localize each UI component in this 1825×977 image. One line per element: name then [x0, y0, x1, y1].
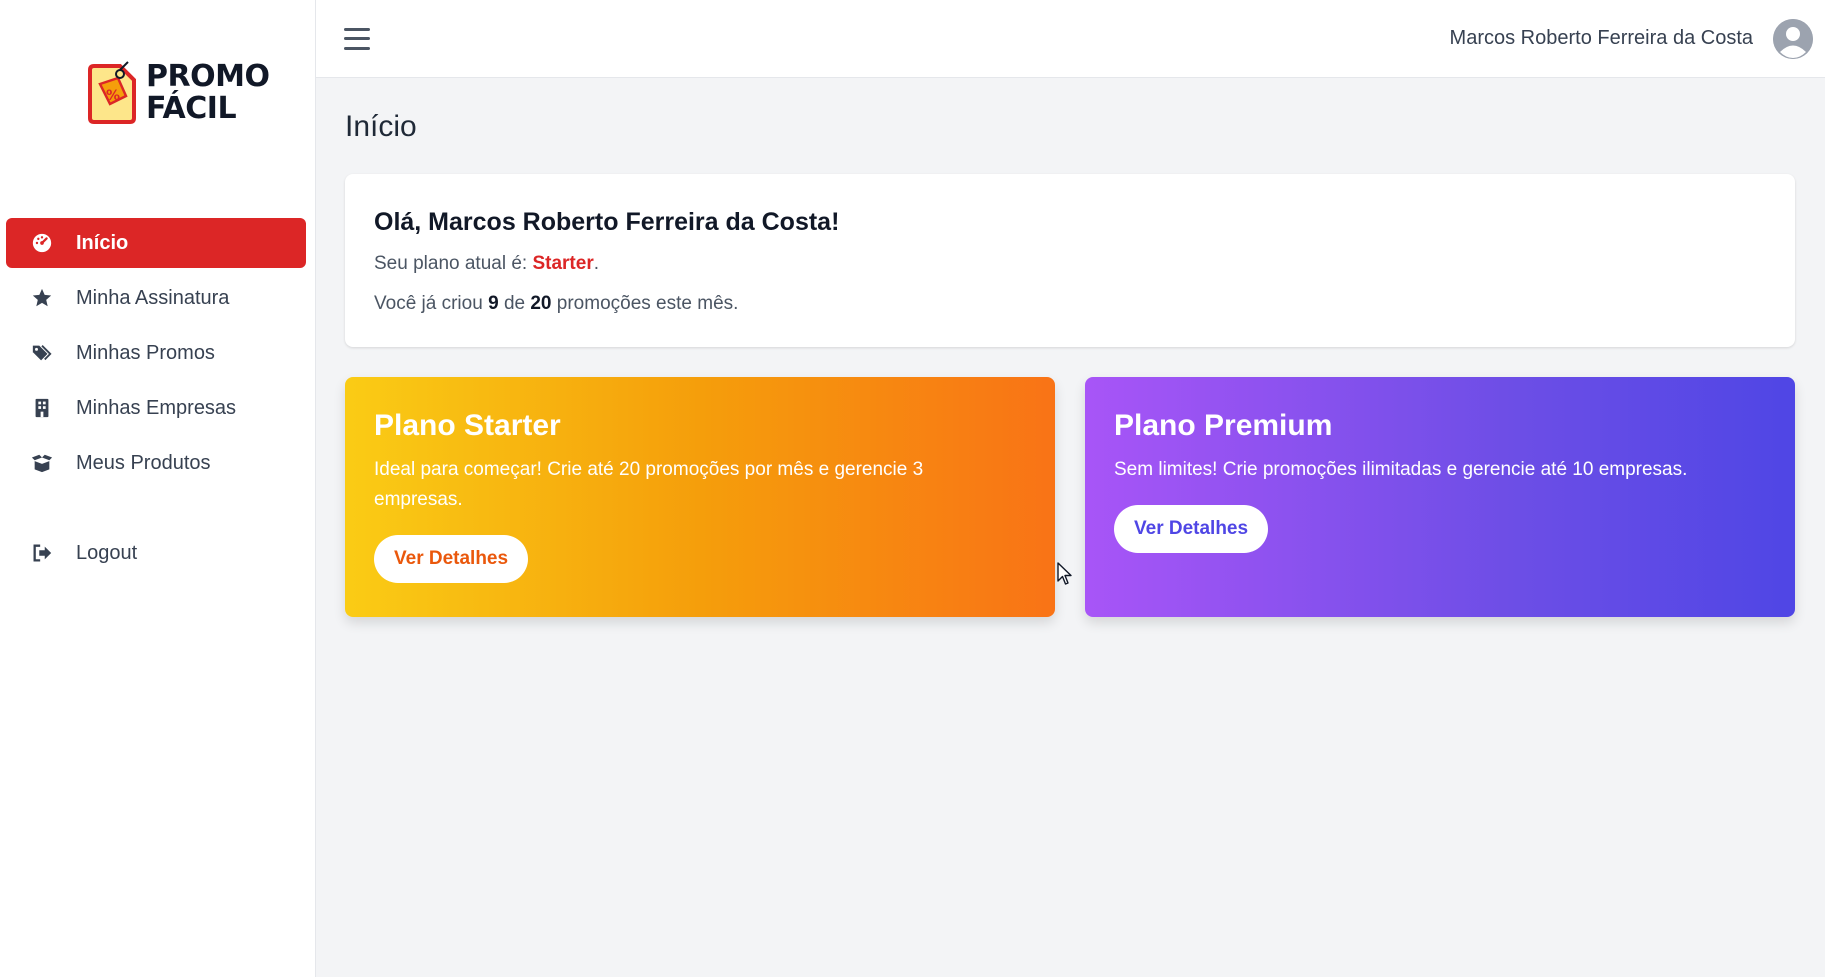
app-shell: % PROMO FÁCIL Início Minha Assinatura Mi…	[0, 0, 1825, 977]
user-circle-icon[interactable]	[1773, 18, 1813, 59]
sidebar-item-logout[interactable]: Logout	[6, 528, 306, 578]
welcome-card: Olá, Marcos Roberto Ferreira da Costa! S…	[345, 174, 1795, 347]
usage-prefix: Você já criou	[374, 293, 483, 314]
sidebar-item-label: Minhas Empresas	[76, 396, 237, 419]
usage-limit: 20	[530, 293, 552, 314]
usage-count: 9	[488, 293, 499, 314]
sidebar-item-minhas-empresas[interactable]: Minhas Empresas	[6, 383, 306, 433]
brand-line-2: FÁCIL	[146, 91, 237, 126]
plan-prefix: Seu plano atual é:	[374, 253, 528, 274]
sidebar-item-label: Logout	[76, 541, 138, 564]
brand-wordmark: PROMO FÁCIL	[146, 59, 270, 126]
sidebar-item-meus-produtos[interactable]: Meus Produtos	[6, 438, 306, 488]
sidebar-item-label: Início	[76, 231, 129, 254]
welcome-greeting: Olá, Marcos Roberto Ferreira da Costa!	[374, 208, 840, 236]
hamburger-icon[interactable]	[344, 27, 370, 50]
usage-suffix: promoções este mês.	[556, 293, 739, 314]
ver-detalhes-starter-button[interactable]: Ver Detalhes	[374, 535, 529, 583]
sidebar-item-label: Minhas Promos	[76, 341, 215, 364]
current-plan-text: Seu plano atual é: Starter.	[374, 251, 1766, 277]
sidebar-item-inicio[interactable]: Início	[6, 218, 306, 268]
promo-tag-logo-icon: %	[88, 61, 136, 124]
sign-out-icon	[30, 541, 54, 565]
current-plan-name: Starter	[532, 253, 594, 274]
usage-text: Você já criou 9 de 20 promoções este mês…	[374, 291, 1766, 317]
plan-title: Plano Premium	[1114, 409, 1333, 442]
box-open-icon	[30, 451, 54, 475]
ver-detalhes-premium-button[interactable]: Ver Detalhes	[1114, 505, 1269, 553]
plan-card-starter: Plano Starter Ideal para começar! Crie a…	[345, 377, 1055, 617]
brand-logo[interactable]: % PROMO FÁCIL	[84, 59, 270, 126]
plan-description: Ideal para começar! Crie até 20 promoçõe…	[374, 459, 924, 510]
building-icon	[30, 396, 54, 420]
sidebar: % PROMO FÁCIL Início Minha Assinatura Mi…	[0, 0, 316, 977]
sidebar-nav: Início Minha Assinatura Minhas Promos Mi…	[6, 218, 306, 583]
topbar: Marcos Roberto Ferreira da Costa	[316, 0, 1825, 78]
user-name: Marcos Roberto Ferreira da Costa	[1449, 27, 1753, 49]
tags-icon	[30, 341, 54, 365]
sidebar-item-label: Meus Produtos	[76, 451, 211, 474]
page-title: Início	[345, 110, 417, 143]
plan-card-premium: Plano Premium Sem limites! Crie promoçõe…	[1085, 377, 1795, 617]
plan-cards: Plano Starter Ideal para começar! Crie a…	[345, 377, 1795, 617]
sidebar-item-label: Minha Assinatura	[76, 286, 230, 309]
sidebar-item-minhas-promos[interactable]: Minhas Promos	[6, 328, 306, 378]
star-icon	[30, 286, 54, 310]
main-area: Marcos Roberto Ferreira da Costa Início …	[316, 0, 1825, 977]
plan-suffix: .	[593, 253, 599, 274]
sidebar-item-minha-assinatura[interactable]: Minha Assinatura	[6, 273, 306, 323]
user-menu[interactable]: Marcos Roberto Ferreira da Costa	[1449, 18, 1813, 59]
plan-title: Plano Starter	[374, 409, 561, 442]
dashboard-icon	[30, 231, 54, 255]
usage-middle: de	[503, 293, 526, 314]
brand-line-1: PROMO	[146, 59, 270, 94]
plan-description: Sem limites! Crie promoções ilimitadas e…	[1114, 459, 1688, 480]
svg-text:%: %	[106, 88, 120, 104]
page-content: Início Olá, Marcos Roberto Ferreira da C…	[316, 78, 1825, 617]
